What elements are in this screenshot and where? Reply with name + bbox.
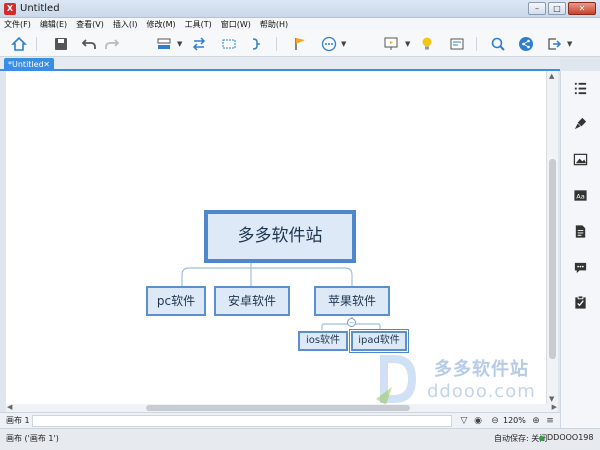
scroll-up-icon[interactable]: ▲	[549, 72, 554, 80]
horizontal-scrollbar[interactable]: ◀ ▶	[6, 403, 558, 412]
more-icon[interactable]	[320, 36, 338, 52]
status-sheet-label: 画布 ('画布 1')	[6, 434, 59, 443]
zoom-out-icon[interactable]: ⊖	[489, 415, 501, 427]
root-topic[interactable]: 多多软件站	[204, 210, 356, 263]
scroll-right-icon[interactable]: ▶	[552, 403, 557, 411]
chevron-down-icon[interactable]: ▼	[567, 40, 572, 48]
menu-tools[interactable]: 工具(T)	[185, 18, 212, 31]
sub-topic[interactable]: ipad软件	[349, 329, 409, 353]
watermark-url: ddooo.com	[427, 381, 536, 402]
sheet-tab[interactable]: 画布 1	[6, 415, 30, 427]
scroll-down-icon[interactable]: ▼	[549, 395, 554, 403]
format-icon[interactable]	[571, 114, 589, 132]
sub-topic[interactable]: ios软件	[298, 331, 348, 351]
zoom-menu-icon[interactable]: ≡	[544, 415, 556, 427]
menu-insert[interactable]: 插入(I)	[113, 18, 138, 31]
scroll-left-icon[interactable]: ◀	[7, 403, 12, 411]
idea-icon[interactable]	[418, 36, 436, 52]
main-topic[interactable]: pc软件	[146, 286, 206, 316]
minimize-button[interactable]: –	[528, 2, 546, 15]
app-logo: X	[4, 3, 16, 15]
menu-file[interactable]: 文件(F)	[4, 18, 31, 31]
image-icon[interactable]	[571, 150, 589, 168]
close-button[interactable]: ✕	[568, 2, 596, 15]
home-icon[interactable]	[10, 36, 28, 52]
main-topic[interactable]: 安卓软件	[214, 286, 290, 316]
online-status-icon	[539, 436, 544, 441]
vertical-scrollbar[interactable]: ▲ ▼	[546, 71, 558, 404]
zoom-level[interactable]: 120%	[503, 415, 526, 427]
text-style-icon[interactable]: Aa	[571, 186, 589, 204]
toolbar-separator	[276, 37, 277, 51]
task-icon[interactable]	[571, 293, 589, 311]
undo-icon[interactable]	[80, 36, 98, 52]
window-title: Untitled	[20, 3, 60, 14]
flag-icon[interactable]	[291, 36, 309, 52]
watermark-logo	[376, 355, 416, 405]
maximize-button[interactable]: □	[548, 2, 566, 15]
window-controls: – □ ✕	[528, 2, 596, 15]
toolbar-separator	[36, 37, 37, 51]
vertical-scroll-thumb[interactable]	[549, 159, 556, 359]
toolbar-separator	[476, 37, 477, 51]
eye-icon[interactable]: ◉	[472, 415, 484, 427]
menu-view[interactable]: 查看(V)	[76, 18, 104, 31]
presentation-icon[interactable]	[382, 36, 400, 52]
comments-icon[interactable]	[571, 258, 589, 276]
topic-icon[interactable]	[155, 36, 173, 52]
zoom-in-icon[interactable]: ⊕	[530, 415, 542, 427]
redo-icon[interactable]	[103, 36, 121, 52]
document-tab-strip: *Untitled ✕	[0, 57, 560, 71]
outline-icon[interactable]	[448, 36, 466, 52]
summary-icon[interactable]	[248, 36, 266, 52]
filter-icon[interactable]: ▽	[458, 415, 470, 427]
collapse-toggle[interactable]: −	[347, 318, 356, 327]
watermark-text: 多多软件站	[434, 359, 529, 380]
document-tab-label: *Untitled	[8, 60, 44, 69]
notes-icon[interactable]	[571, 222, 589, 240]
export-icon[interactable]	[545, 36, 563, 52]
watermark: 多多软件站 ddooo.com	[372, 349, 552, 409]
mindmap-canvas[interactable]: 多多软件站 pc软件 安卓软件 苹果软件 − ios软件 ipad软件 多多软件…	[6, 71, 546, 405]
horizontal-scroll-thumb[interactable]	[146, 405, 410, 411]
menu-edit[interactable]: 编辑(E)	[40, 18, 67, 31]
status-bar: 画布 ('画布 1') 自动保存: 关闭 DDOOO198	[0, 428, 600, 450]
outline-icon[interactable]	[571, 79, 589, 97]
sheet-area	[32, 415, 452, 427]
svg-text:Aa: Aa	[576, 192, 585, 200]
sheet-bar: 画布 1 ▽ ◉ ⊖ 120% ⊕ ≡	[0, 412, 560, 428]
share-icon[interactable]	[517, 36, 535, 52]
chevron-down-icon[interactable]: ▼	[405, 40, 410, 48]
search-icon[interactable]	[489, 36, 507, 52]
right-panel: Aa	[560, 71, 600, 428]
chevron-down-icon[interactable]: ▼	[177, 40, 182, 48]
menu-window[interactable]: 窗口(W)	[221, 18, 251, 31]
document-tab[interactable]: *Untitled ✕	[4, 58, 54, 71]
chevron-down-icon[interactable]: ▼	[341, 40, 346, 48]
menu-bar: 文件(F) 编辑(E) 查看(V) 插入(I) 修改(M) 工具(T) 窗口(W…	[0, 18, 600, 31]
relationship-icon[interactable]	[190, 36, 208, 52]
main-topic[interactable]: 苹果软件	[314, 286, 390, 316]
user-name[interactable]: DDOOO198	[547, 433, 593, 442]
title-bar: X Untitled – □ ✕	[0, 0, 600, 18]
close-icon[interactable]: ✕	[43, 58, 50, 71]
menu-modify[interactable]: 修改(M)	[146, 18, 175, 31]
menu-help[interactable]: 帮助(H)	[260, 18, 288, 31]
save-icon[interactable]	[52, 36, 70, 52]
boundary-icon[interactable]	[220, 36, 238, 52]
toolbar: ▼ ▼ ▼ ▼	[0, 31, 600, 57]
